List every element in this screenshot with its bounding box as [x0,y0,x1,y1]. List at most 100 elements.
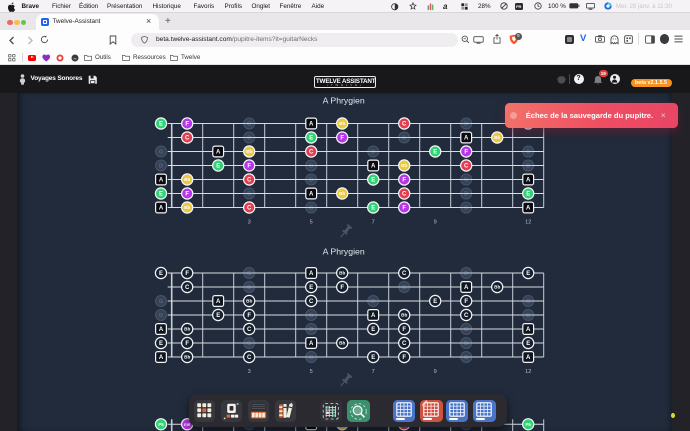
svg-text:E: E [159,271,163,277]
svg-text:E: E [526,191,530,197]
svg-text:C: C [247,205,252,211]
svg-text:C: C [464,163,469,169]
svg-text:G: G [159,299,163,305]
svg-text:F: F [247,313,251,319]
svg-text:Bb: Bb [339,271,345,276]
svg-text:7: 7 [372,219,375,225]
svg-text:E: E [526,341,530,347]
svg-text:E: E [309,135,313,141]
svg-text:A: A [371,313,376,319]
svg-text:A: A [159,205,164,211]
svg-text:A: A [216,149,221,155]
svg-text:D: D [371,299,375,305]
svg-text:5: 5 [310,369,313,375]
svg-text:A: A [309,121,314,127]
svg-text:G: G [247,191,251,197]
svg-text:C: C [402,271,407,277]
svg-text:Bb: Bb [246,299,252,304]
svg-text:C: C [247,327,252,333]
svg-text:D: D [464,341,468,347]
svg-text:D: D [526,313,530,319]
svg-text:12: 12 [525,219,531,225]
svg-text:5: 5 [310,219,313,225]
svg-text:G: G [247,121,251,127]
svg-text:E: E [159,191,163,197]
svg-text:A: A [309,191,314,197]
svg-text:Bb: Bb [184,205,190,210]
svg-text:G: G [464,177,468,183]
svg-text:Bb: Bb [401,313,407,318]
svg-text:E: E [159,121,163,127]
svg-text:F: F [185,191,189,197]
svg-text:F: F [185,271,189,277]
svg-text:G: G [247,341,251,347]
svg-text:F: F [402,327,406,333]
svg-text:G: G [464,355,468,361]
svg-text:E: E [216,163,220,169]
svg-text:9: 9 [434,219,437,225]
svg-text:E: E [216,313,220,319]
svg-text:A: A [309,271,314,277]
svg-text:F: F [185,121,189,127]
svg-text:G: G [309,205,313,211]
svg-text:A: A [371,163,376,169]
svg-text:3: 3 [248,369,251,375]
svg-text:A: A [526,205,531,211]
svg-text:G: G [309,163,313,169]
svg-text:F: F [247,163,251,169]
svg-text:A: A [309,341,314,347]
svg-text:Bb: Bb [494,135,500,140]
svg-text:E: E [371,355,375,361]
svg-text:E: E [371,205,375,211]
svg-text:D: D [464,191,468,197]
svg-text:9: 9 [434,369,437,375]
svg-text:C: C [185,135,190,141]
svg-text:F: F [402,355,406,361]
svg-text:D: D [526,163,530,169]
svg-text:F: F [402,205,406,211]
svg-text:C: C [402,121,407,127]
svg-text:Bb: Bb [339,191,345,196]
svg-text:E: E [371,327,375,333]
svg-text:A: A [464,135,469,141]
svg-text:G: G [247,271,251,277]
svg-text:Bb: Bb [339,121,345,126]
svg-text:P5: P5 [158,422,164,427]
svg-text:C: C [247,177,252,183]
svg-text:A: A [159,177,164,183]
svg-text:D: D [159,313,163,319]
svg-text:F: F [340,135,344,141]
svg-text:G: G [309,313,313,319]
svg-text:Bb: Bb [246,149,252,154]
svg-text:E: E [433,299,437,305]
svg-text:A: A [526,177,531,183]
svg-text:A Phrygien: A Phrygien [323,247,365,257]
svg-text:Bb: Bb [401,163,407,168]
svg-text:Bb: Bb [184,327,190,332]
svg-text:C: C [402,191,407,197]
svg-text:C: C [247,355,252,361]
svg-text:C: C [309,299,314,305]
svg-text:D: D [309,177,313,183]
svg-text:E: E [159,341,163,347]
svg-text:A: A [159,327,164,333]
svg-text:F: F [185,341,189,347]
svg-text:F: F [402,177,406,183]
svg-text:A: A [216,299,221,305]
svg-text:C: C [402,341,407,347]
svg-text:P5: P5 [526,422,532,427]
svg-text:3: 3 [248,219,251,225]
svg-text:Bb: Bb [339,341,345,346]
svg-text:C: C [309,149,314,155]
svg-text:D: D [247,285,251,291]
svg-text:Bb: Bb [184,177,190,182]
svg-text:A: A [159,355,164,361]
svg-text:G: G [526,149,530,155]
svg-text:G: G [402,135,406,141]
svg-text:F: F [340,285,344,291]
svg-text:E: E [371,177,375,183]
svg-text:D: D [159,163,163,169]
svg-text:G: G [159,149,163,155]
svg-text:D: D [464,271,468,277]
svg-text:12: 12 [525,369,531,375]
